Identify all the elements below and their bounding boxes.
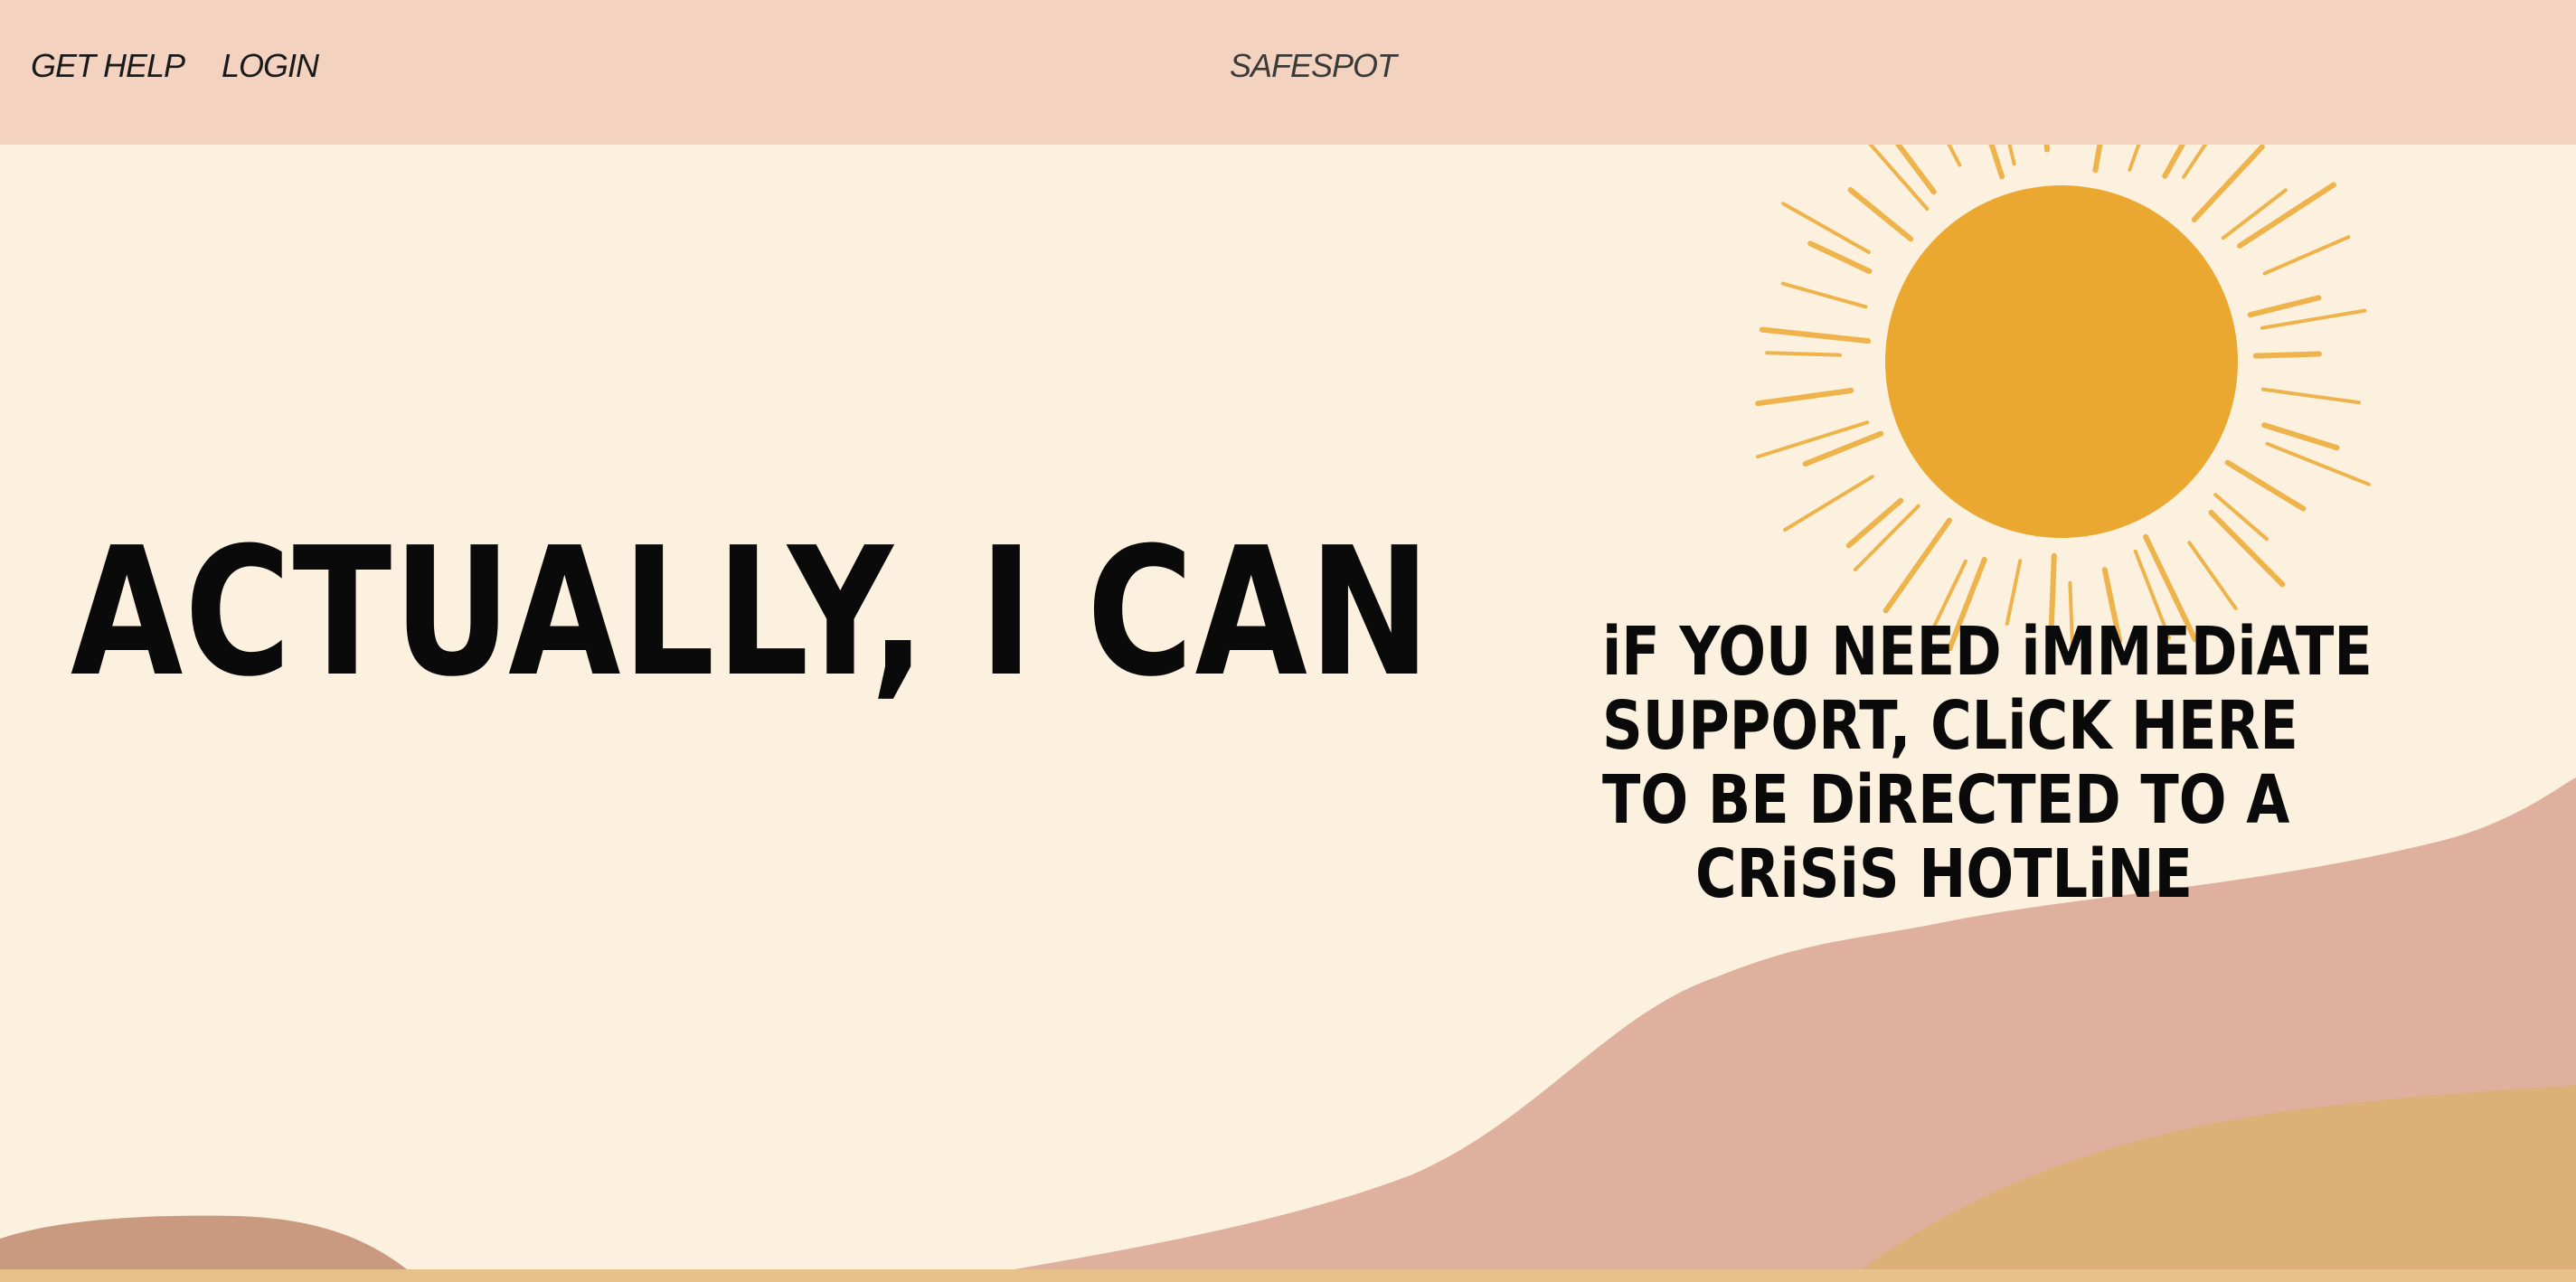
brand-logo-text: SAFESPOT xyxy=(1230,47,1397,84)
sun-ray xyxy=(2043,145,2050,153)
sun-ray xyxy=(1765,351,1843,357)
sun-ray xyxy=(1845,497,1904,549)
crisis-line-4: CRiSiS HOTLiNE xyxy=(1695,835,2193,913)
sun-ray xyxy=(2261,422,2340,451)
sun-ray xyxy=(2128,145,2141,172)
nav-login-link[interactable]: LOGIN xyxy=(222,47,319,85)
sun-ray xyxy=(2260,387,2361,405)
sun-ray xyxy=(2252,351,2322,359)
sun-ray xyxy=(2191,145,2265,222)
sun-ray xyxy=(2213,493,2269,542)
sun-ray xyxy=(1882,517,1952,614)
sun-ray xyxy=(1755,388,1854,407)
sun-ray xyxy=(2247,295,2322,318)
sun-ray xyxy=(1780,281,1868,309)
crisis-line-3: TO BE DiRECTED TO A xyxy=(1602,761,2290,839)
sun-ray xyxy=(1781,202,1871,254)
crisis-line-1: iF YOU NEED iMMEDiATE xyxy=(1602,613,2373,691)
sun-ray xyxy=(1756,420,1870,459)
hero-scene: ACTUALLY, I CAN iF YOU NEED iMMEDiATE SU… xyxy=(0,145,2576,1282)
sun-ray xyxy=(2187,541,2238,610)
sun-ray xyxy=(1783,475,1874,532)
crisis-line-2: SUPPORT, CLiCK HERE xyxy=(1602,687,2298,765)
crisis-hotline-link[interactable]: iF YOU NEED iMMEDiATE SUPPORT, CLiCK HER… xyxy=(1602,613,2373,913)
sun-ray xyxy=(2224,459,2307,512)
sun-ray xyxy=(2260,308,2367,330)
footer-strip xyxy=(0,1269,2576,1282)
sun-ray xyxy=(1988,145,2005,180)
hero-headline: ACTUALLY, I CAN xyxy=(71,510,1432,716)
nav-get-help-link[interactable]: GET HELP xyxy=(31,47,185,85)
sun-ray xyxy=(2265,441,2371,486)
navbar: GET HELP LOGIN SAFESPOT xyxy=(0,0,2576,145)
sun-ray xyxy=(1847,187,1914,242)
sun-illustration xyxy=(1755,145,2371,651)
sun-ray xyxy=(2262,235,2351,276)
sun-ray xyxy=(1947,145,1962,167)
sun-ray xyxy=(2182,145,2208,179)
sun-ray xyxy=(1759,326,1872,344)
sun-ray xyxy=(2221,188,2288,240)
sun-ray xyxy=(2092,145,2103,174)
